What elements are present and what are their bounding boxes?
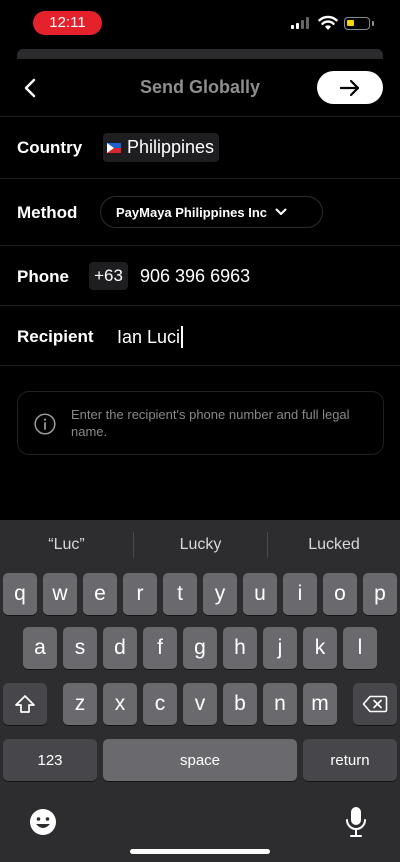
header: Send Globally xyxy=(0,64,400,112)
space-key[interactable]: space xyxy=(103,739,297,781)
info-text: Enter the recipient's phone number and f… xyxy=(71,407,350,439)
key-r[interactable]: r xyxy=(123,573,157,615)
key-k[interactable]: k xyxy=(303,627,337,669)
phone-country-code[interactable]: +63 xyxy=(89,262,128,290)
suggestion-3[interactable]: Lucked xyxy=(268,520,400,570)
key-m[interactable]: m xyxy=(303,683,337,725)
divider xyxy=(0,305,400,306)
return-key[interactable]: return xyxy=(303,739,397,781)
method-label: Method xyxy=(17,203,78,222)
forward-arrow-icon xyxy=(339,79,360,96)
emoji-icon[interactable] xyxy=(28,807,58,837)
key-e[interactable]: e xyxy=(83,573,117,615)
signal-icon xyxy=(291,17,309,29)
status-bar: 12:11 xyxy=(0,0,400,44)
wifi-icon xyxy=(318,15,338,30)
recipient-value: Ian Luci xyxy=(117,326,181,347)
key-c[interactable]: c xyxy=(143,683,177,725)
key-q[interactable]: q xyxy=(3,573,37,615)
chevron-down-icon xyxy=(275,208,287,215)
key-h[interactable]: h xyxy=(223,627,257,669)
delete-icon xyxy=(362,695,388,713)
key-v[interactable]: v xyxy=(183,683,217,725)
key-j[interactable]: j xyxy=(263,627,297,669)
country-label: Country xyxy=(17,138,83,157)
recipient-input[interactable]: Ian Luci xyxy=(117,326,184,348)
key-w[interactable]: w xyxy=(43,573,77,615)
suggestion-1[interactable]: “Luc” xyxy=(0,520,133,570)
microphone-icon[interactable] xyxy=(342,805,370,839)
flag-icon xyxy=(107,142,121,153)
phone-input[interactable]: 906 396 6963 xyxy=(140,266,250,287)
battery-icon xyxy=(344,17,374,30)
key-f[interactable]: f xyxy=(143,627,177,669)
divider xyxy=(0,116,400,117)
shift-icon xyxy=(15,695,35,713)
home-indicator xyxy=(130,849,270,854)
key-n[interactable]: n xyxy=(263,683,297,725)
country-value: Philippines xyxy=(127,137,215,157)
status-time: 12:11 xyxy=(33,11,102,35)
info-box: Enter the recipient's phone number and f… xyxy=(17,391,384,455)
key-o[interactable]: o xyxy=(323,573,357,615)
key-s[interactable]: s xyxy=(63,627,97,669)
key-i[interactable]: i xyxy=(283,573,317,615)
key-d[interactable]: d xyxy=(103,627,137,669)
divider xyxy=(0,245,400,246)
phone-label: Phone xyxy=(17,267,69,286)
key-u[interactable]: u xyxy=(243,573,277,615)
key-l[interactable]: l xyxy=(343,627,377,669)
recipient-label: Recipient xyxy=(17,327,94,346)
key-x[interactable]: x xyxy=(103,683,137,725)
shift-key[interactable] xyxy=(3,683,47,725)
country-selector[interactable]: Philippines xyxy=(103,133,220,162)
next-button[interactable] xyxy=(317,71,383,104)
key-p[interactable]: p xyxy=(363,573,397,615)
divider xyxy=(0,178,400,179)
divider xyxy=(0,365,400,366)
method-dropdown[interactable]: PayMaya Philippines Inc xyxy=(100,196,323,228)
info-icon xyxy=(34,413,56,435)
key-t[interactable]: t xyxy=(163,573,197,615)
key-y[interactable]: y xyxy=(203,573,237,615)
method-value: PayMaya Philippines Inc xyxy=(116,204,267,220)
delete-key[interactable] xyxy=(353,683,397,725)
keyboard: “Luc” Lucky Lucked q w e r t y u i o p a… xyxy=(0,520,400,862)
key-b[interactable]: b xyxy=(223,683,257,725)
text-cursor xyxy=(181,326,184,348)
numbers-key[interactable]: 123 xyxy=(3,739,97,781)
key-a[interactable]: a xyxy=(23,627,57,669)
key-g[interactable]: g xyxy=(183,627,217,669)
suggestion-2[interactable]: Lucky xyxy=(134,520,267,570)
sheet-handle xyxy=(17,49,383,59)
key-z[interactable]: z xyxy=(63,683,97,725)
